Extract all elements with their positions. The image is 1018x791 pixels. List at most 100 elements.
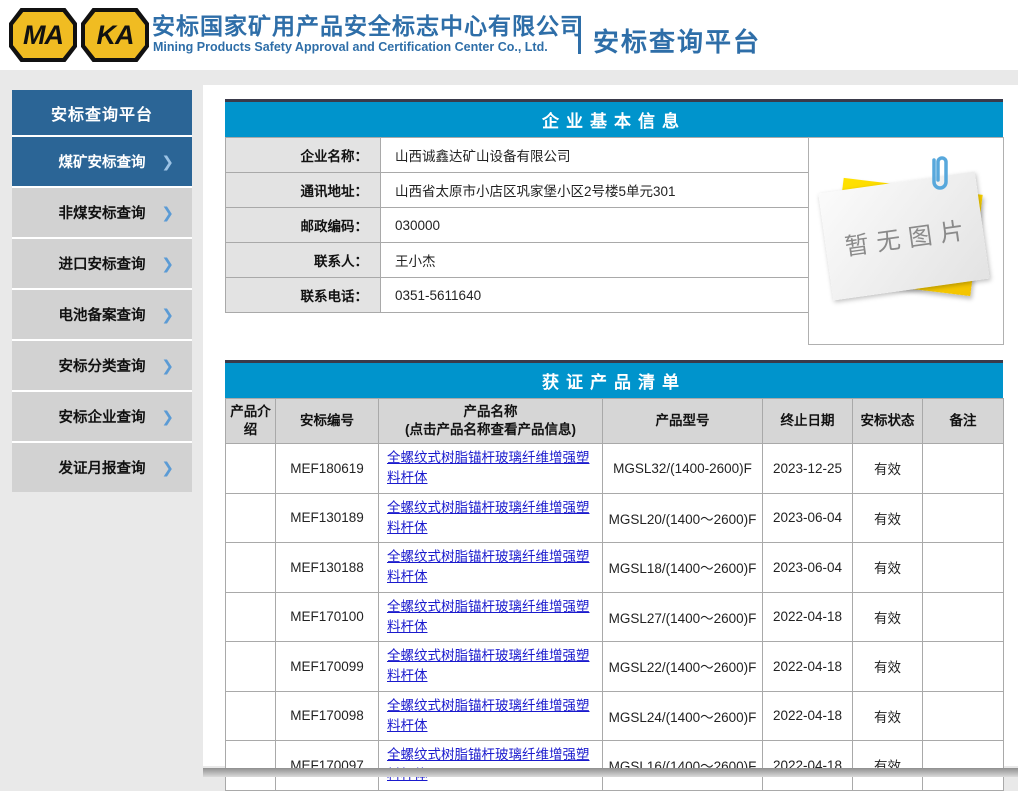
product-intro-cell xyxy=(226,741,276,791)
table-row: MEF170100 全螺纹式树脂锚杆玻璃纤维增强塑料杆体 MGSL27/(140… xyxy=(226,592,1004,642)
sidebar-item-monthly-report-query[interactable]: 发证月报查询 ❯ xyxy=(12,443,192,492)
model-cell: MGSL27/(1400～2600)F xyxy=(603,592,763,642)
postcode-value: 030000 xyxy=(381,208,809,243)
product-intro-cell xyxy=(226,592,276,642)
product-name-link[interactable]: 全螺纹式树脂锚杆玻璃纤维增强塑料杆体 xyxy=(387,500,590,535)
status-cell: 有效 xyxy=(853,691,923,741)
sidebar: 安标查询平台 煤矿安标查询 ❯ 非煤安标查询 ❯ 进口安标查询 ❯ 电池备案查询… xyxy=(12,90,192,492)
chevron-right-icon: ❯ xyxy=(161,153,174,171)
product-name-link[interactable]: 全螺纹式树脂锚杆玻璃纤维增强塑料杆体 xyxy=(387,648,590,683)
table-row: MEF180619 全螺纹式树脂锚杆玻璃纤维增强塑料杆体 MGSL32/(140… xyxy=(226,444,1004,494)
table-header-row: 产品介绍 安标编号 产品名称 (点击产品名称查看产品信息) 产品型号 终止日期 … xyxy=(226,399,1004,444)
cert-no-cell: MEF130188 xyxy=(276,543,379,593)
model-cell: MGSL20/(1400～2600)F xyxy=(603,493,763,543)
product-table: 产品介绍 安标编号 产品名称 (点击产品名称查看产品信息) 产品型号 终止日期 … xyxy=(225,398,1004,791)
table-row: 邮政编码： 030000 xyxy=(226,208,809,243)
product-name-link[interactable]: 全螺纹式树脂锚杆玻璃纤维增强塑料杆体 xyxy=(387,599,590,634)
chevron-right-icon: ❯ xyxy=(161,255,174,273)
postcode-label: 邮政编码： xyxy=(226,208,381,243)
phone-label: 联系电话： xyxy=(226,278,381,313)
chevron-right-icon: ❯ xyxy=(161,204,174,222)
col-header-model: 产品型号 xyxy=(603,399,763,444)
product-name-link[interactable]: 全螺纹式树脂锚杆玻璃纤维增强塑料杆体 xyxy=(387,698,590,733)
platform-title: 安标查询平台 xyxy=(593,22,761,59)
product-list-title: 获证产品清单 xyxy=(225,360,1003,398)
sidebar-item-label: 煤矿安标查询 xyxy=(59,151,146,172)
table-row: 通讯地址： 山西省太原市小店区巩家堡小区2号楼5单元301 xyxy=(226,173,809,208)
chevron-right-icon: ❯ xyxy=(161,306,174,324)
sidebar-item-label: 非煤安标查询 xyxy=(59,202,146,223)
cert-no-cell: MEF170098 xyxy=(276,691,379,741)
address-label: 通讯地址： xyxy=(226,173,381,208)
status-cell: 有效 xyxy=(853,592,923,642)
sidebar-title: 安标查询平台 xyxy=(12,90,192,135)
end-date-cell: 2022-04-18 xyxy=(763,741,853,791)
remark-cell xyxy=(923,642,1004,692)
paperclip-icon xyxy=(927,154,953,194)
col-header-end-date: 终止日期 xyxy=(763,399,853,444)
model-cell: MGSL16/(1400～2600)F xyxy=(603,741,763,791)
ma-badge-text: MA xyxy=(13,12,73,58)
ka-badge-icon: KA xyxy=(81,8,149,62)
model-cell: MGSL32/(1400-2600)F xyxy=(603,444,763,494)
address-value: 山西省太原市小店区巩家堡小区2号楼5单元301 xyxy=(381,173,809,208)
company-name-label: 企业名称： xyxy=(226,138,381,173)
status-cell: 有效 xyxy=(853,642,923,692)
maka-logo: MA KA xyxy=(9,8,149,62)
cert-no-cell: MEF170100 xyxy=(276,592,379,642)
table-row: MEF170099 全螺纹式树脂锚杆玻璃纤维增强塑料杆体 MGSL22/(140… xyxy=(226,642,1004,692)
product-intro-cell xyxy=(226,642,276,692)
ka-badge-text: KA xyxy=(85,12,145,58)
chevron-right-icon: ❯ xyxy=(161,459,174,477)
table-row: MEF130189 全螺纹式树脂锚杆玻璃纤维增强塑料杆体 MGSL20/(140… xyxy=(226,493,1004,543)
remark-cell xyxy=(923,543,1004,593)
end-date-cell: 2022-04-18 xyxy=(763,592,853,642)
sidebar-item-label: 电池备案查询 xyxy=(59,304,146,325)
sidebar-item-label: 安标分类查询 xyxy=(59,355,146,376)
company-name-value: 山西诚鑫达矿山设备有限公司 xyxy=(381,138,809,173)
org-name-en: Mining Products Safety Approval and Cert… xyxy=(153,40,548,54)
sidebar-item-coal-mine-query[interactable]: 煤矿安标查询 ❯ xyxy=(12,137,192,186)
col-header-intro: 产品介绍 xyxy=(226,399,276,444)
cert-no-cell: MEF180619 xyxy=(276,444,379,494)
sidebar-item-import-query[interactable]: 进口安标查询 ❯ xyxy=(12,239,192,288)
sidebar-item-classification-query[interactable]: 安标分类查询 ❯ xyxy=(12,341,192,390)
table-row: 企业名称： 山西诚鑫达矿山设备有限公司 xyxy=(226,138,809,173)
no-image-card: 暂无图片 xyxy=(818,172,989,301)
table-row: MEF170097 全螺纹式树脂锚杆玻璃纤维增强塑料杆体 MGSL16/(140… xyxy=(226,741,1004,791)
sidebar-item-enterprise-query[interactable]: 安标企业查询 ❯ xyxy=(12,392,192,441)
end-date-cell: 2023-12-25 xyxy=(763,444,853,494)
footer-divider-bar xyxy=(203,768,1018,777)
table-row: MEF170098 全螺纹式树脂锚杆玻璃纤维增强塑料杆体 MGSL24/(140… xyxy=(226,691,1004,741)
sidebar-item-battery-record-query[interactable]: 电池备案查询 ❯ xyxy=(12,290,192,339)
company-image-placeholder: 暂无图片 xyxy=(808,137,1004,345)
product-name-link[interactable]: 全螺纹式树脂锚杆玻璃纤维增强塑料杆体 xyxy=(387,549,590,584)
remark-cell xyxy=(923,592,1004,642)
status-cell: 有效 xyxy=(853,444,923,494)
table-row: MEF130188 全螺纹式树脂锚杆玻璃纤维增强塑料杆体 MGSL18/(140… xyxy=(226,543,1004,593)
col-header-cert-no: 安标编号 xyxy=(276,399,379,444)
product-intro-cell xyxy=(226,444,276,494)
cert-no-cell: MEF170099 xyxy=(276,642,379,692)
product-intro-cell xyxy=(226,493,276,543)
remark-cell xyxy=(923,444,1004,494)
sidebar-item-label: 发证月报查询 xyxy=(59,457,146,478)
table-row: 联系电话： 0351-5611640 xyxy=(226,278,809,313)
status-cell: 有效 xyxy=(853,493,923,543)
sidebar-item-non-coal-query[interactable]: 非煤安标查询 ❯ xyxy=(12,188,192,237)
end-date-cell: 2022-04-18 xyxy=(763,642,853,692)
status-cell: 有效 xyxy=(853,543,923,593)
no-image-text: 暂无图片 xyxy=(834,209,974,263)
status-cell: 有效 xyxy=(853,741,923,791)
product-intro-cell xyxy=(226,543,276,593)
cert-no-cell: MEF130189 xyxy=(276,493,379,543)
remark-cell xyxy=(923,741,1004,791)
col-header-status: 安标状态 xyxy=(853,399,923,444)
product-name-link[interactable]: 全螺纹式树脂锚杆玻璃纤维增强塑料杆体 xyxy=(387,450,590,485)
model-cell: MGSL24/(1400～2600)F xyxy=(603,691,763,741)
sidebar-item-label: 安标企业查询 xyxy=(59,406,146,427)
contact-value: 王小杰 xyxy=(381,243,809,278)
model-cell: MGSL22/(1400～2600)F xyxy=(603,642,763,692)
org-name-cn: 安标国家矿用产品安全标志中心有限公司 xyxy=(152,7,584,41)
company-info-title: 企业基本信息 xyxy=(225,99,1003,137)
